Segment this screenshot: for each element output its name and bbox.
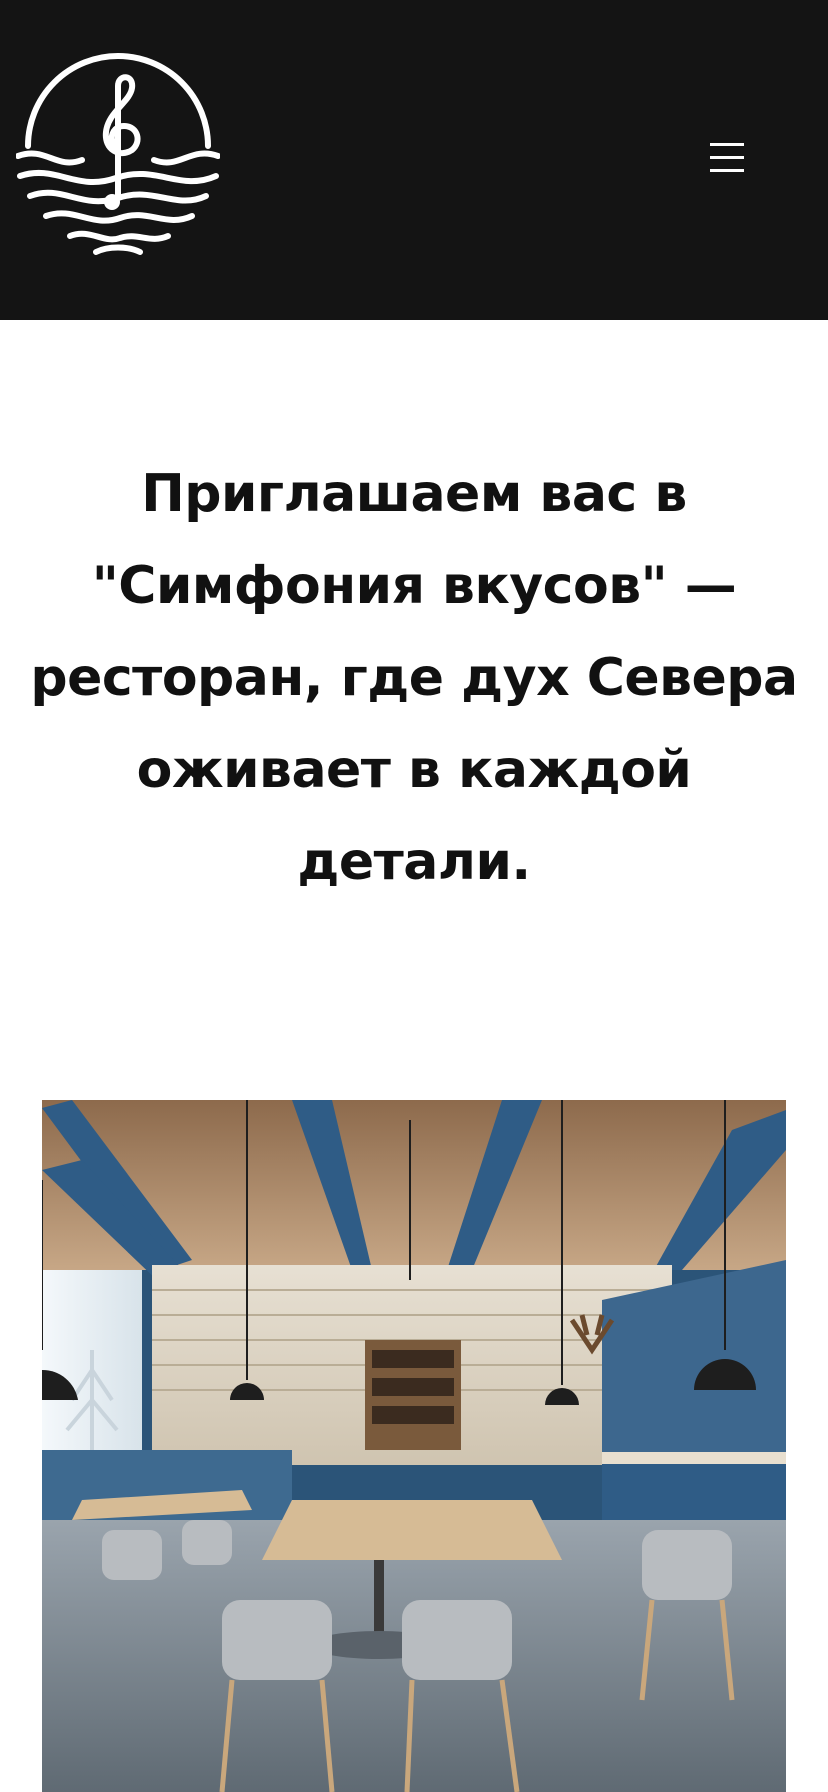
site-header (0, 0, 828, 320)
restaurant-interior-image (42, 1100, 786, 1792)
hero-heading: Приглашаем вас в "Симфония вкусов" — рес… (30, 464, 798, 892)
hamburger-menu-icon (710, 143, 744, 172)
menu-button[interactable] (690, 128, 764, 188)
treble-clef-waves-logo-icon[interactable] (16, 46, 220, 258)
